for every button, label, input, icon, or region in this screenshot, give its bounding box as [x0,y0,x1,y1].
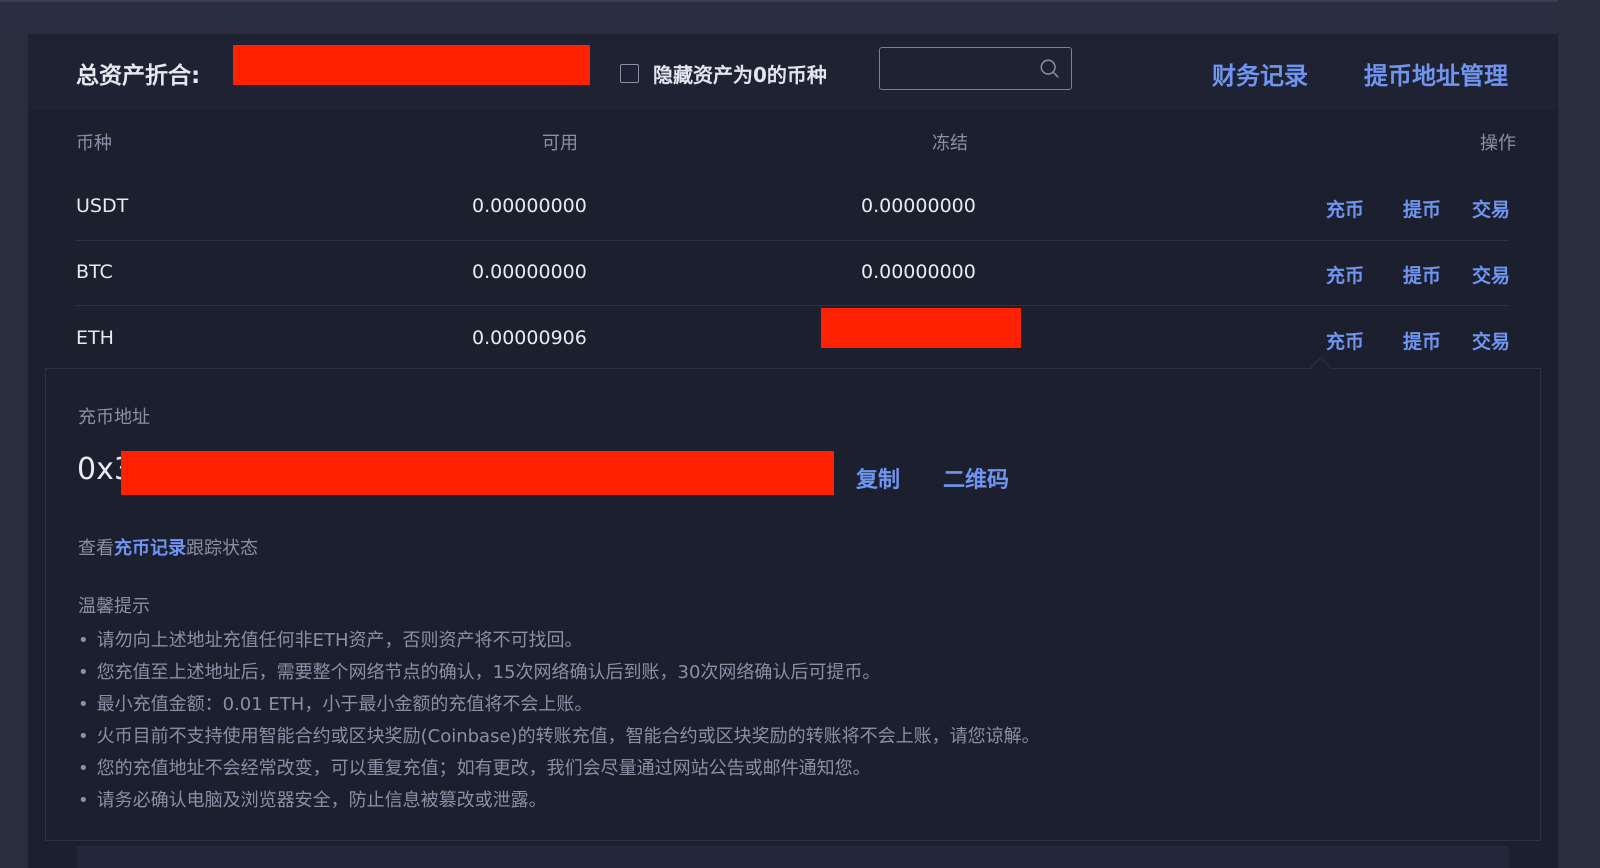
withdraw-address-management-link[interactable]: 提币地址管理 [1364,56,1508,91]
deposit-records-link[interactable]: 充币记录 [114,538,186,559]
tip-item: • 您的充值地址不会经常改变，可以重复充值；如有更改，我们会尽量通过网站公告或邮件… [78,758,871,779]
total-assets-redacted [233,45,590,85]
tip-item: • 请务必确认电脑及浏览器安全，防止信息被篡改或泄露。 [78,790,547,811]
deposit-records-suffix: 跟踪状态 [186,538,258,559]
hide-zero-toggle[interactable]: 隐藏资产为0的币种 [620,60,827,87]
tip-text: 请务必确认电脑及浏览器安全，防止信息被篡改或泄露。 [96,790,547,811]
column-header-actions: 操作 [1480,133,1516,154]
tips-title: 温馨提示 [78,596,150,617]
row-usdt-withdraw-button[interactable]: 提币 [1403,195,1441,222]
tip-text: 最小充值金额：0.01 ETH，小于最小金额的充值将不会上账。 [96,694,593,715]
finance-records-link[interactable]: 财务记录 [1212,56,1308,91]
deposit-records-prefix: 查看 [78,538,114,559]
row-divider [76,240,1508,241]
tip-text: 火币目前不支持使用智能合约或区块奖励(Coinbase)的转账充值，智能合约或区… [96,726,1040,747]
row-divider [76,305,1508,306]
search-input[interactable] [879,47,1072,90]
tip-item: • 请勿向上述地址充值任何非ETH资产，否则资产将不可找回。 [78,630,583,651]
hide-zero-label: 隐藏资产为0的币种 [653,62,827,87]
search-icon[interactable] [1039,58,1061,80]
row-usdt-frozen: 0.00000000 [861,195,976,217]
tip-item: • 最小充值金额：0.01 ETH，小于最小金额的充值将不会上账。 [78,694,593,715]
window-edge [1558,0,1600,868]
column-header-available: 可用 [542,133,578,154]
row-eth-trade-button[interactable]: 交易 [1472,327,1510,354]
row-eth-coin: ETH [76,327,114,349]
row-usdt-coin: USDT [76,195,129,217]
tip-text: 您的充值地址不会经常改变，可以重复充值；如有更改，我们会尽量通过网站公告或邮件通… [96,758,871,779]
column-header-frozen: 冻结 [932,133,968,154]
tip-text: 请勿向上述地址充值任何非ETH资产，否则资产将不可找回。 [96,630,583,651]
tip-text: 您充值至上述地址后，需要整个网络节点的确认，15次网络确认后到账，30次网络确认… [96,662,881,683]
row-btc-coin: BTC [76,261,113,283]
next-row-strip [77,846,1509,868]
deposit-address-label: 充币地址 [78,407,150,428]
tip-item: • 火币目前不支持使用智能合约或区块奖励(Coinbase)的转账充值，智能合约或… [78,726,1040,747]
column-header-coin: 币种 [76,133,112,154]
row-eth-frozen-redacted [821,308,1021,348]
top-divider [0,0,1560,2]
row-eth-withdraw-button[interactable]: 提币 [1403,327,1441,354]
row-btc-available: 0.00000000 [472,261,587,283]
row-usdt-available: 0.00000000 [472,195,587,217]
deposit-records-hint: 查看充币记录跟踪状态 [78,534,258,560]
tip-item: • 您充值至上述地址后，需要整个网络节点的确认，15次网络确认后到账，30次网络确… [78,662,881,683]
total-assets-label: 总资产折合: [76,63,201,89]
copy-address-button[interactable]: 复制 [856,462,900,494]
row-usdt-trade-button[interactable]: 交易 [1472,195,1510,222]
row-eth-deposit-button[interactable]: 充币 [1326,327,1364,354]
qr-code-button[interactable]: 二维码 [943,462,1009,494]
deposit-address-redacted [121,451,834,495]
row-btc-withdraw-button[interactable]: 提币 [1403,261,1441,288]
row-btc-frozen: 0.00000000 [861,261,976,283]
row-btc-deposit-button[interactable]: 充币 [1326,261,1364,288]
row-eth-available: 0.00000906 [472,327,587,349]
top-strip [0,0,1560,32]
row-usdt-deposit-button[interactable]: 充币 [1326,195,1364,222]
hide-zero-checkbox[interactable] [620,63,639,83]
row-btc-trade-button[interactable]: 交易 [1472,261,1510,288]
